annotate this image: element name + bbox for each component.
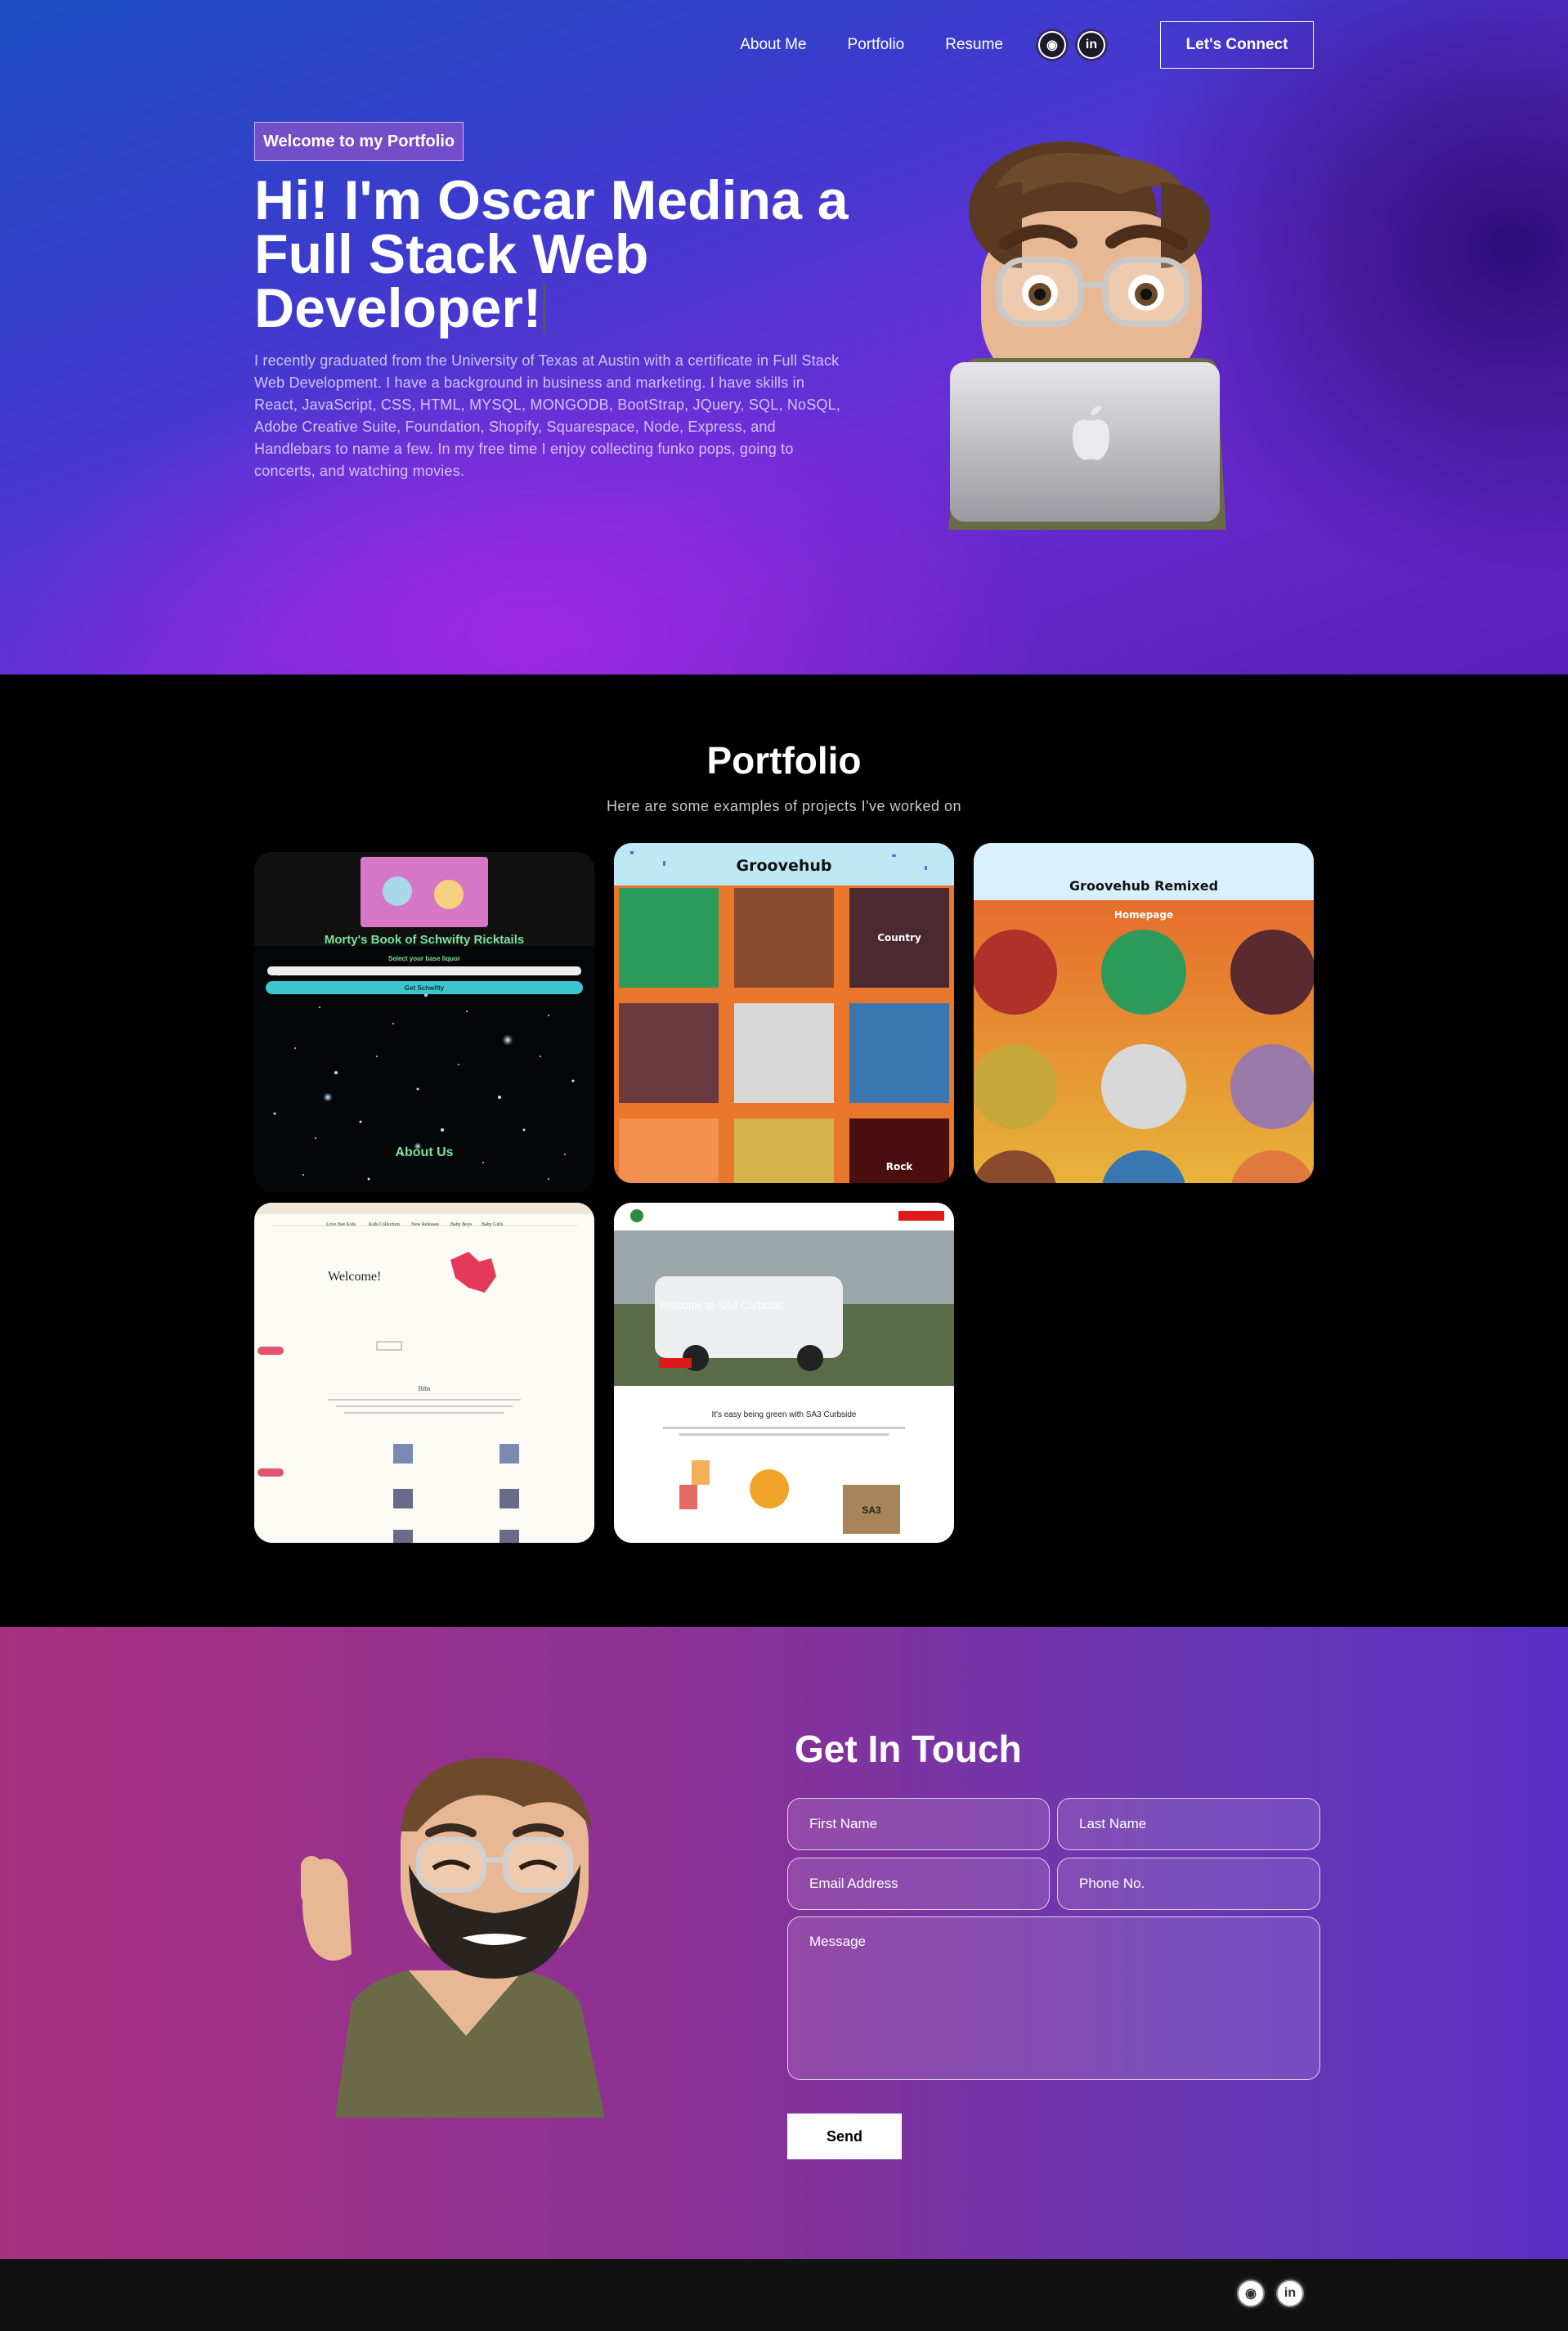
groovehub-title: Groovehub — [737, 857, 832, 875]
top-nav: About Me Portfolio Resume ◉ in Let's Con… — [740, 21, 1314, 69]
schwifty-select-label: Select your base liquor — [388, 955, 460, 962]
tile-country-label: Country — [877, 932, 921, 944]
linkedin-icon[interactable]: in — [1075, 29, 1108, 61]
message-field[interactable] — [787, 1916, 1320, 2080]
last-name-field[interactable] — [1057, 1798, 1320, 1850]
typing-cursor — [543, 283, 547, 334]
nav-portfolio[interactable]: Portfolio — [848, 36, 905, 54]
phone-field[interactable] — [1057, 1858, 1320, 1910]
hero-section: About Me Portfolio Resume ◉ in Let's Con… — [0, 0, 1568, 675]
sa3-hero-button[interactable] — [659, 1358, 692, 1368]
groovehub-preview: Groovehub Country Rock — [614, 843, 954, 1183]
remixed-title: Groovehub Remixed — [1069, 878, 1218, 894]
bee-kids-preview: Love Bee Kids Kids Collection New Releas… — [254, 1203, 594, 1543]
sa3-box-label: SA3 — [862, 1504, 881, 1516]
nav-about-me[interactable]: About Me — [740, 36, 806, 54]
footer-github-glyph: ◉ — [1239, 2281, 1263, 2306]
project-card-groovehub-remixed[interactable]: Groovehub Remixed Homepage — [974, 843, 1314, 1183]
sa3-preview: Welcome to SA3 Curbside It's easy being … — [614, 1203, 954, 1543]
sa3-hero-title: Welcome to SA3 Curbside — [659, 1299, 783, 1311]
welcome-tagline: Welcome to my Portfolio — [254, 122, 464, 161]
menu-item-4[interactable]: Baby Boys — [450, 1222, 473, 1227]
schwifty-button-label: Get Schwifty — [405, 984, 445, 992]
menu-item-5[interactable]: Baby Girls — [482, 1222, 504, 1227]
menu-item-1[interactable]: Love Bee Kids — [326, 1222, 356, 1227]
hero-title-text: Hi! I'm Oscar Medina a Full Stack Web De… — [254, 169, 849, 339]
remixed-subtitle: Homepage — [1114, 909, 1173, 921]
sa3-nav-button[interactable] — [898, 1211, 944, 1221]
portfolio-section: Portfolio Here are some examples of proj… — [0, 675, 1568, 1627]
schwifty-about: About Us — [395, 1145, 453, 1159]
project-card-schwifty[interactable]: Morty's Book of Schwifty Ricktails Selec… — [254, 852, 594, 1192]
menu-item-3[interactable]: New Releases — [411, 1222, 439, 1227]
footer-social-links: ◉ in — [1234, 2277, 1313, 2310]
groovehub-remixed-preview: Groovehub Remixed Homepage — [974, 843, 1314, 1183]
github-icon[interactable]: ◉ — [1036, 29, 1068, 61]
nav-resume[interactable]: Resume — [945, 36, 1003, 54]
github-glyph: ◉ — [1040, 33, 1064, 57]
github-icon[interactable]: ◉ — [1234, 2277, 1267, 2310]
schwifty-preview: Morty's Book of Schwifty Ricktails Selec… — [254, 852, 594, 1192]
project-card-groovehub[interactable]: Groovehub Country Rock — [614, 843, 954, 1183]
lets-connect-button[interactable]: Let's Connect — [1160, 21, 1314, 69]
menu-item-2[interactable]: Kids Collection — [369, 1222, 400, 1227]
linkedin-glyph: in — [1079, 33, 1104, 57]
portfolio-title: Portfolio — [706, 739, 862, 782]
avatar-wave-illustration — [301, 1758, 605, 2118]
portfolio-subtitle: Here are some examples of projects I've … — [606, 798, 962, 814]
avatar-laptop-illustration — [948, 141, 1226, 530]
first-name-field[interactable] — [787, 1798, 1050, 1850]
schwifty-title: Morty's Book of Schwifty Ricktails — [325, 933, 524, 947]
sa3-headline: It's easy being green with SA3 Curbside — [711, 1410, 856, 1419]
schwifty-slider[interactable] — [267, 966, 581, 975]
project-card-sa3-curbside[interactable]: Welcome to SA3 Curbside It's easy being … — [614, 1203, 954, 1543]
footer-linkedin-glyph: in — [1278, 2281, 1302, 2306]
tile-rock-label: Rock — [886, 1161, 914, 1172]
linkedin-icon[interactable]: in — [1274, 2277, 1306, 2310]
bee-section: Bibs — [419, 1385, 431, 1392]
hero-description: I recently graduated from the University… — [254, 352, 841, 479]
send-button[interactable]: Send — [787, 2114, 902, 2159]
project-card-bee-kids[interactable]: Love Bee Kids Kids Collection New Releas… — [254, 1203, 594, 1543]
bee-welcome: Welcome! — [328, 1270, 381, 1284]
email-field[interactable] — [787, 1858, 1050, 1910]
contact-section: Get In Touch Send — [0, 1627, 1568, 2259]
contact-title: Get In Touch — [795, 1728, 1022, 1770]
hero-title: Hi! I'm Oscar Medina a Full Stack Web De… — [254, 173, 876, 336]
footer: ◉ in — [0, 2259, 1568, 2331]
